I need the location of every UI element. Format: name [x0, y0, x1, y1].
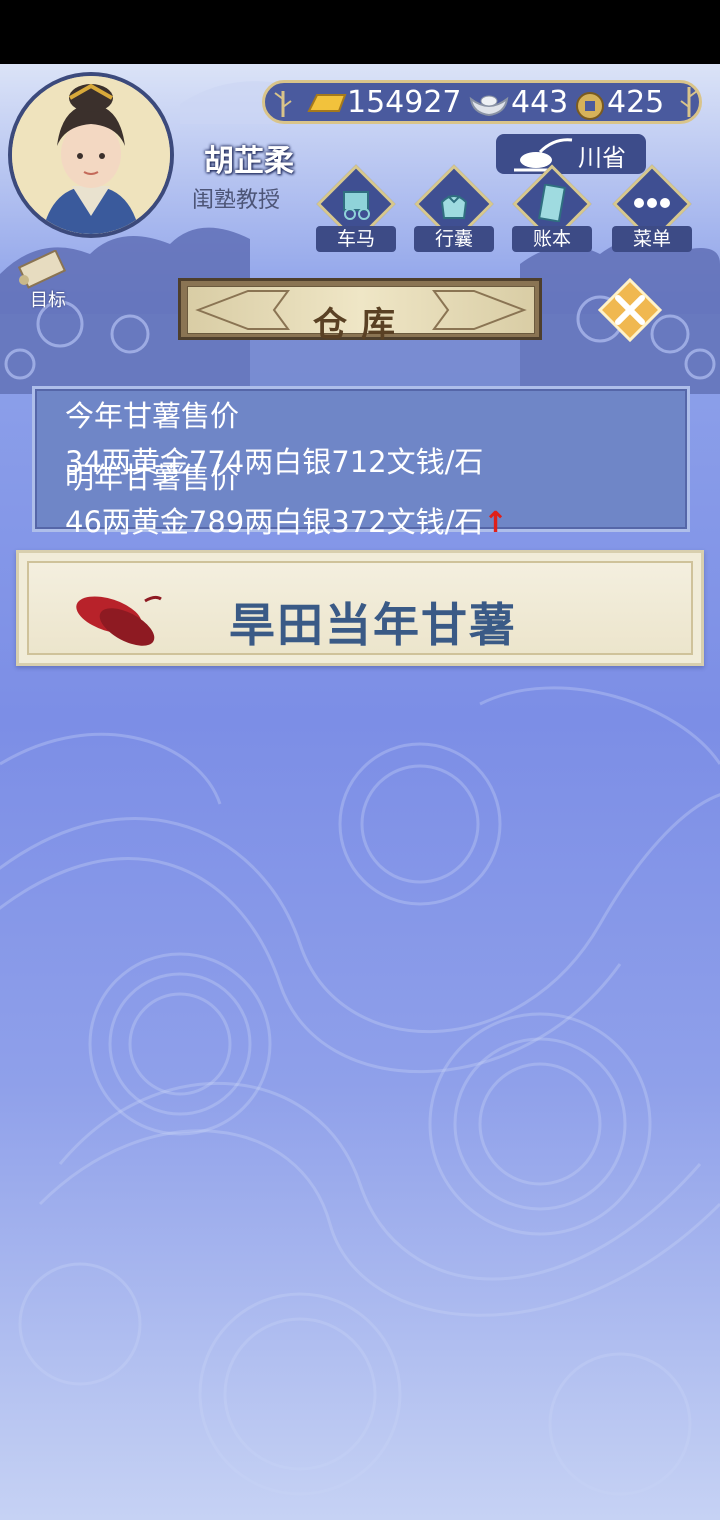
silver-ingot-icon: [469, 95, 509, 117]
nav-ledger-button[interactable]: 账本: [512, 164, 592, 256]
nav-menu-label: 菜单: [612, 226, 692, 252]
gold-ingot-icon: [307, 94, 347, 112]
currency-bar: 154927 443 425: [262, 80, 702, 124]
this-year-price-label: 今年甘薯售价: [65, 399, 240, 433]
coin-amount: 425: [607, 85, 665, 120]
goal-label: 目标: [30, 290, 66, 311]
portrait-icon: [12, 76, 170, 234]
status-bar: [0, 0, 720, 64]
next-year-price-value: 46两黄金789两白银372文钱/石: [65, 505, 484, 539]
map-figure-icon: [514, 138, 573, 172]
player-title: 闺塾教授: [192, 188, 281, 213]
region-label: 川省: [578, 144, 626, 172]
page-title: 仓库: [313, 305, 409, 345]
warehouse-screen: 胡芷柔 闺塾教授 154927 443 425 川省 车马 行囊 账本 菜单 目…: [0, 64, 720, 1520]
region-button[interactable]: 川省: [496, 134, 646, 174]
menu-dots-icon: [634, 198, 670, 208]
scroll-icon: [17, 250, 67, 289]
close-icon: [597, 277, 663, 343]
bundle-icon: [440, 195, 468, 219]
carriage-icon: [343, 191, 370, 220]
nav-carriage-button[interactable]: 车马: [316, 164, 396, 256]
next-year-price-row: 46两黄金789两白银372文钱/石↑: [65, 499, 508, 541]
player-name: 胡芷柔: [204, 144, 294, 179]
player-avatar[interactable]: [8, 72, 174, 238]
nav-menu-button[interactable]: 菜单: [612, 164, 692, 256]
price-up-arrow-icon: ↑: [483, 505, 508, 539]
nav-bundle-label: 行囊: [414, 226, 494, 252]
ledger-icon: [538, 184, 566, 222]
close-button[interactable]: [597, 277, 663, 343]
nav-ledger-label: 账本: [512, 226, 592, 252]
nav-carriage-label: 车马: [316, 226, 396, 252]
bamboo-icon: [274, 91, 292, 117]
next-year-price-label: 明年甘薯售价: [65, 461, 240, 495]
copper-coin-icon: [576, 92, 604, 120]
price-panel: 今年甘薯售价 34两黄金774两白银712文钱/石 明年甘薯售价 46两黄金78…: [32, 386, 690, 539]
gold-amount: 154927: [347, 85, 462, 120]
goal-button[interactable]: 目标: [12, 250, 82, 311]
sweet-potato-icon: [76, 595, 162, 646]
title-banner: 仓库: [178, 278, 542, 345]
item-card[interactable]: 旱田当年甘薯: [16, 550, 704, 666]
item-name: 旱田当年甘薯: [229, 598, 517, 652]
silver-amount: 443: [511, 85, 569, 120]
nav-bundle-button[interactable]: 行囊: [414, 164, 494, 256]
bamboo-icon: [680, 87, 698, 117]
